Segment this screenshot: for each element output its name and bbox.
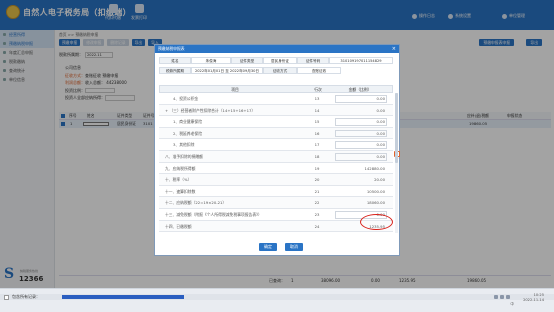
volume-icon[interactable] xyxy=(500,295,504,299)
info-period-value: 2022年01月01日 至 2022年09月30日 xyxy=(191,67,263,74)
row-amount: 10500.00 xyxy=(366,188,385,194)
row-seq: 17 xyxy=(314,142,320,148)
info-idtype-key: 证件类型 xyxy=(231,57,263,64)
form-row: 八、准予扣除的捐赠额180.00注 xyxy=(159,151,400,163)
row-item: + （三）经营者财产性扣除合计（14+15+16+17） xyxy=(165,107,256,113)
row-item: 十一、速算扣除数 xyxy=(165,188,196,194)
clock-date: 2022-11-14 xyxy=(523,297,544,302)
row-amount: 0.00 xyxy=(376,96,385,101)
row-amount: 20.00 xyxy=(374,177,385,183)
form-row: 2、税延养老保险 16 0.00 xyxy=(159,127,393,140)
row-item: 2、税延养老保险 xyxy=(173,130,202,136)
clock[interactable]: 10:25 2022-11-14 xyxy=(523,293,544,302)
info-idtype-value: 居民身份证 xyxy=(263,57,297,64)
info-name-key: 姓名 xyxy=(159,57,191,64)
row-item: 十四、已缴税额 xyxy=(165,223,192,229)
row-seq: 18 xyxy=(314,154,320,159)
form-row: 十四、已缴税额 24 1235.95 xyxy=(159,220,393,233)
row-item: 十三、减免税额（附报《个人所得税减免税事项报告表》） xyxy=(165,212,262,217)
form-row: 十三、减免税额（附报《个人所得税减免税事项报告表》） 23 0.00 xyxy=(159,209,393,221)
status-bar: 包含所有记录： 中 10:25 2022-11-14 xyxy=(0,288,554,312)
row-amount: 0.00 xyxy=(376,130,385,136)
row-amount: 0.00 xyxy=(376,119,385,125)
selection-highlight xyxy=(62,295,184,299)
highlight-circle xyxy=(360,214,393,230)
row-amount: 142880.00 xyxy=(364,165,385,171)
ime-indicator[interactable]: 中 xyxy=(510,302,514,307)
form-row[interactable]: + （三）经营者财产性扣除合计（14+15+16+17） 14 0.00 xyxy=(159,104,393,117)
row-item: 八、准予扣除的捐赠额 xyxy=(165,154,203,159)
row-seq: 14 xyxy=(314,107,320,113)
row-item: 十二、应纳税额（22=19×20-21） xyxy=(165,200,227,206)
row-item: 3、其他扣除 xyxy=(173,142,195,148)
row-amount: 0.00 xyxy=(376,154,385,159)
form-row: 1、商业健康保险 15 0.00 xyxy=(159,116,393,128)
dialog-title: 预缴纳税申报表 xyxy=(155,45,399,53)
row-seq: 22 xyxy=(314,200,320,206)
row-seq: 23 xyxy=(314,212,320,217)
form-row: 3、其他扣除 17 0.00 xyxy=(159,139,393,151)
tray-icons xyxy=(494,295,510,299)
row-seq: 21 xyxy=(314,188,320,194)
row-seq: 15 xyxy=(314,119,320,125)
info-method-key: 征收方式 xyxy=(263,67,297,74)
row-seq: 16 xyxy=(314,130,320,136)
info-period-key: 税款所属期 xyxy=(159,67,191,74)
row-item: 九、应纳税所得额 xyxy=(165,165,196,171)
info-idno-value: 310109197011154829 xyxy=(329,57,393,64)
info-method-value: 查账征收 xyxy=(297,67,341,74)
form-table-header: 项目 行次 金额（比例） xyxy=(159,85,393,93)
info-idno-key: 证件号码 xyxy=(297,57,329,64)
form-row: 十一、速算扣除数 21 10500.00 xyxy=(159,185,393,198)
row-seq: 19 xyxy=(314,165,320,171)
table-scrollbar[interactable] xyxy=(395,93,398,233)
scrollbar-thumb[interactable] xyxy=(395,93,398,163)
prepay-form-dialog: 预缴纳税申报表 × 姓名 朱俊海 证件类型 居民身份证 证件号码 3101091… xyxy=(154,44,400,256)
cancel-button[interactable]: 取消 xyxy=(285,243,303,251)
row-seq: 13 xyxy=(314,96,320,101)
row-item: 4、投资公积金 xyxy=(173,96,199,101)
row-seq: 24 xyxy=(314,223,320,229)
row-amount: 18060.00 xyxy=(366,200,385,206)
network-icon[interactable] xyxy=(494,295,498,299)
form-row: 十二、应纳税额（22=19×20-21） 22 18060.00 xyxy=(159,197,393,209)
include-all-checkbox[interactable] xyxy=(4,295,9,300)
row-item: 1、商业健康保险 xyxy=(173,119,202,125)
info-name-value: 朱俊海 xyxy=(191,57,231,64)
row-amount: 0.00 xyxy=(376,142,385,148)
confirm-button[interactable]: 确定 xyxy=(259,243,277,251)
close-icon[interactable]: × xyxy=(392,46,396,52)
form-row: 4、投资公积金 13 0.00 xyxy=(159,93,393,105)
include-all-label: 包含所有记录： xyxy=(12,294,40,299)
form-row: 十、税率（%） 20 20.00 xyxy=(159,174,393,186)
battery-icon[interactable] xyxy=(506,295,510,299)
row-item: 十、税率（%） xyxy=(165,177,192,183)
row-amount: 0.00 xyxy=(376,107,385,113)
form-row: 九、应纳税所得额 19 142880.00 xyxy=(159,162,393,175)
row-seq: 20 xyxy=(314,177,320,183)
